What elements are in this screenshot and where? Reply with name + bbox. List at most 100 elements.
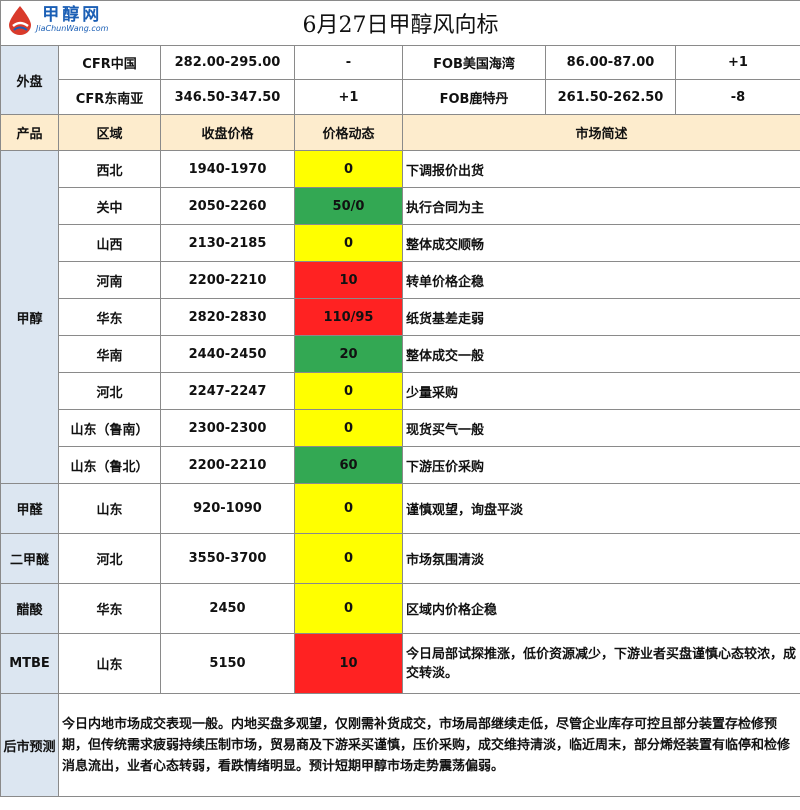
external-name: FOB鹿特丹 <box>402 79 546 115</box>
external-change: +1 <box>294 79 403 115</box>
table-row: 关中 2050-2260 50/0 执行合同为主 <box>1 187 800 225</box>
external-row: CFR东南亚 346.50-347.50 +1 FOB鹿特丹 261.50-26… <box>1 79 800 115</box>
table-row: 二甲醚 河北 3550-3700 0 市场氛围清淡 <box>0 533 800 584</box>
price-cell: 2050-2260 <box>160 187 295 225</box>
table-row: 华东 2820-2830 110/95 纸货基差走弱 <box>1 298 800 336</box>
col-header-product: 产品 <box>0 114 59 151</box>
external-price: 86.00-87.00 <box>545 45 676 80</box>
change-cell: 10 <box>294 633 403 694</box>
external-change: +1 <box>674 45 800 80</box>
price-cell: 2450 <box>160 583 295 634</box>
logo-drop-icon <box>9 6 31 35</box>
page-title: 6月27日甲醇风向标 <box>302 13 499 38</box>
logo-text: 甲醇网 <box>42 5 103 25</box>
product-cell: 甲醇 <box>0 150 59 484</box>
summary-cell: 下调报价出货 <box>401 150 800 188</box>
change-cell: 50/0 <box>294 187 403 225</box>
region-cell: 山东 <box>58 483 161 534</box>
region-cell: 关中 <box>58 187 161 225</box>
table-row: 甲醇 西北 1940-1970 0 下调报价出货 <box>0 150 800 484</box>
summary-cell: 少量采购 <box>401 372 800 410</box>
region-cell: 华东 <box>58 298 161 336</box>
region-cell: 山东（鲁北） <box>58 446 161 484</box>
forecast-label: 后市预测 <box>0 693 59 797</box>
price-cell: 2200-2210 <box>160 446 295 484</box>
summary-cell: 今日局部试探推涨，低价资源减少，下游业者买盘谨慎心态较浓，成交转淡。 <box>401 633 800 694</box>
price-cell: 920-1090 <box>160 483 295 534</box>
region-cell: 华东 <box>58 583 161 634</box>
external-price: 261.50-262.50 <box>545 79 676 115</box>
table-row: 华南 2440-2450 20 整体成交一般 <box>1 335 800 373</box>
price-cell: 2247-2247 <box>160 372 295 410</box>
product-cell: MTBE <box>0 633 59 694</box>
change-cell: 0 <box>294 533 403 584</box>
col-header-region: 区域 <box>58 114 161 151</box>
table-row: 山东（鲁北） 2200-2210 60 下游压价采购 <box>1 446 800 484</box>
table-row: MTBE 山东 5150 10 今日局部试探推涨，低价资源减少，下游业者买盘谨慎… <box>0 633 800 694</box>
change-cell: 0 <box>294 483 403 534</box>
summary-cell: 纸货基差走弱 <box>401 298 800 336</box>
region-cell: 山东 <box>58 633 161 694</box>
region-cell: 河北 <box>58 372 161 410</box>
external-change: -8 <box>674 79 800 115</box>
external-name: CFR东南亚 <box>58 79 161 115</box>
region-cell: 河南 <box>58 261 161 299</box>
summary-cell: 谨慎观望，询盘平淡 <box>401 483 800 534</box>
summary-cell: 区域内价格企稳 <box>401 583 800 634</box>
table-row: 河南 2200-2210 10 转单价格企稳 <box>1 261 800 299</box>
change-cell: 0 <box>294 409 403 447</box>
table-row: 山西 2130-2185 0 整体成交顺畅 <box>1 224 800 262</box>
change-cell: 0 <box>294 372 403 410</box>
external-row: 外盘 CFR中国 282.00-295.00 - FOB美国海湾 86.00-8… <box>0 45 800 115</box>
external-name: CFR中国 <box>58 45 161 80</box>
region-cell: 华南 <box>58 335 161 373</box>
title-bar: 甲醇网 JiaChunWang.com 6月27日甲醇风向标 <box>0 0 800 46</box>
price-cell: 5150 <box>160 633 295 694</box>
product-cell: 甲醛 <box>0 483 59 534</box>
change-cell: 10 <box>294 261 403 299</box>
table-row: 河北 2247-2247 0 少量采购 <box>1 372 800 410</box>
summary-cell: 整体成交顺畅 <box>401 224 800 262</box>
methanol-indicator-table: 甲醇网 JiaChunWang.com 6月27日甲醇风向标 外盘 CFR中国 … <box>0 0 800 797</box>
product-cell: 二甲醚 <box>0 533 59 584</box>
summary-cell: 整体成交一般 <box>401 335 800 373</box>
summary-cell: 市场氛围清淡 <box>401 533 800 584</box>
price-cell: 2440-2450 <box>160 335 295 373</box>
change-cell: 110/95 <box>294 298 403 336</box>
external-label: 外盘 <box>0 45 59 115</box>
change-cell: 0 <box>294 150 403 188</box>
external-price: 282.00-295.00 <box>160 45 295 80</box>
price-cell: 1940-1970 <box>160 150 295 188</box>
col-header-change: 价格动态 <box>294 114 403 151</box>
summary-cell: 现货买气一般 <box>401 409 800 447</box>
logo-subtext: JiaChunWang.com <box>36 24 109 33</box>
column-header-row: 产品 区域 收盘价格 价格动态 市场简述 <box>0 114 800 151</box>
region-cell: 西北 <box>58 150 161 188</box>
change-cell: 60 <box>294 446 403 484</box>
table-row: 甲醛 山东 920-1090 0 谨慎观望，询盘平淡 <box>0 483 800 534</box>
summary-cell: 下游压价采购 <box>401 446 800 484</box>
price-cell: 3550-3700 <box>160 533 295 584</box>
region-cell: 山西 <box>58 224 161 262</box>
external-price: 346.50-347.50 <box>160 79 295 115</box>
external-change: - <box>294 45 403 80</box>
forecast-text: 今日内地市场成交表现一般。内地买盘多观望，仅刚需补货成交，市场局部继续走低，尽管… <box>57 693 800 797</box>
price-cell: 2300-2300 <box>160 409 295 447</box>
price-cell: 2820-2830 <box>160 298 295 336</box>
change-cell: 0 <box>294 583 403 634</box>
summary-cell: 执行合同为主 <box>401 187 800 225</box>
price-cell: 2200-2210 <box>160 261 295 299</box>
forecast-row: 后市预测 今日内地市场成交表现一般。内地买盘多观望，仅刚需补货成交，市场局部继续… <box>0 693 800 797</box>
external-name: FOB美国海湾 <box>402 45 546 80</box>
change-cell: 20 <box>294 335 403 373</box>
col-header-summary: 市场简述 <box>401 114 800 151</box>
change-cell: 0 <box>294 224 403 262</box>
region-cell: 山东（鲁南） <box>58 409 161 447</box>
col-header-price: 收盘价格 <box>160 114 295 151</box>
table-row: 山东（鲁南） 2300-2300 0 现货买气一般 <box>1 409 800 447</box>
logo: 甲醇网 JiaChunWang.com <box>7 5 108 35</box>
region-cell: 河北 <box>58 533 161 584</box>
table-row: 醋酸 华东 2450 0 区域内价格企稳 <box>0 583 800 634</box>
summary-cell: 转单价格企稳 <box>401 261 800 299</box>
price-cell: 2130-2185 <box>160 224 295 262</box>
